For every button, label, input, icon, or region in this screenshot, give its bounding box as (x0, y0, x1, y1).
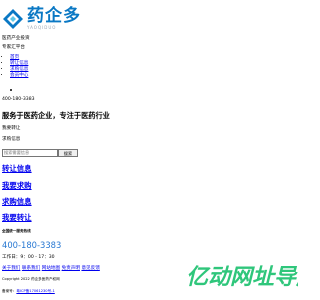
footer-link-disclaimer[interactable]: 免责声明 (62, 266, 80, 271)
footer-link-contact[interactable]: 联系我们 (22, 266, 40, 271)
icp-link[interactable]: 粤ICP备17061230号-1 (16, 289, 54, 293)
hero-line-1: 我要转让 (2, 126, 21, 131)
logo-icon (3, 9, 23, 29)
logo-subtitle: YAOQIDUO (27, 25, 57, 30)
hero-line-2: 求购信息 (2, 137, 21, 142)
watermark-text: 亿动网址导航 (186, 264, 298, 290)
icp-line: 备案号：粤ICP备17061230号-1 (2, 289, 55, 294)
work-hours: 工作日：9：00 - 17：30 (2, 255, 55, 260)
hotline-number[interactable]: 400-180-3383 (2, 240, 61, 250)
watermark-logo: 亿动网址导航 (186, 264, 298, 290)
hotline-label: 全国统一服务热线 (2, 229, 31, 233)
search-button[interactable]: 搜索 (58, 149, 78, 157)
nav-item-member[interactable]: 会员中心 (10, 73, 28, 79)
empty-list-bullet (10, 89, 12, 91)
secondary-line: 专家汇平台 (2, 45, 25, 50)
quick-link-want-transfer[interactable]: 我要转让 (2, 212, 32, 223)
nav-link[interactable]: 转让信息 (10, 61, 28, 66)
icp-prefix: 备案号： (2, 289, 17, 293)
tagline: 医药产业投资 (2, 36, 30, 41)
footer-links: 关于我们 联系我们 网站地图 免责声明 意见反馈 (2, 266, 100, 272)
quick-link-wanted-info[interactable]: 求购信息 (2, 196, 32, 207)
footer-link-feedback[interactable]: 意见反馈 (81, 266, 99, 271)
footer-link-sitemap[interactable]: 网站地图 (42, 266, 60, 271)
nav-link[interactable]: 求购信息 (10, 67, 28, 72)
footer-link-about[interactable]: 关于我们 (2, 266, 20, 271)
copyright: Copyright 2022 药企多医药产权网 (2, 277, 60, 281)
logo-title: 药企多 (27, 6, 81, 26)
site-logo[interactable]: 药企多 YAOQIDUO (2, 6, 81, 32)
search-input[interactable] (2, 149, 58, 157)
main-nav: 首页 转让信息 求购信息 会员中心 (2, 55, 28, 79)
nav-link[interactable]: 首页 (10, 55, 19, 60)
quick-link-want-buy[interactable]: 我要求购 (2, 180, 32, 191)
hotline-small: 400-180-3383 (2, 97, 35, 102)
quick-link-transfer-info[interactable]: 转让信息 (2, 163, 32, 174)
nav-link[interactable]: 会员中心 (10, 73, 28, 78)
hero-heading: 服务于医药企业，专注于医药行业 (2, 111, 110, 120)
